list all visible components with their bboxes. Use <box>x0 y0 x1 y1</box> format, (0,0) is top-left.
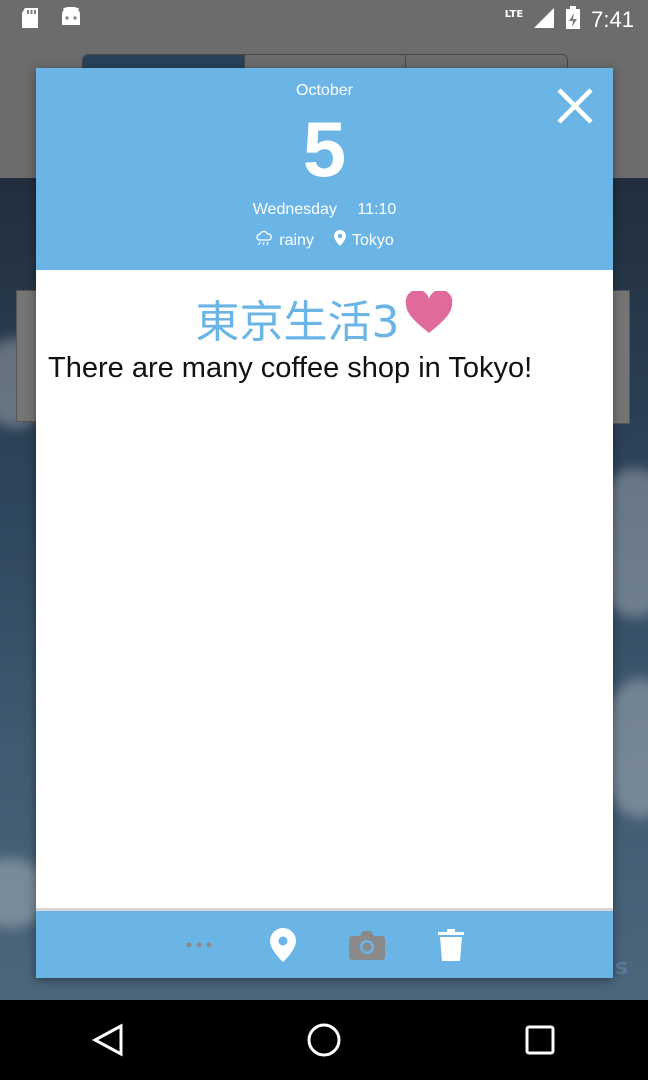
entry-meta: rainy Tokyo <box>36 230 613 251</box>
camera-icon <box>348 930 385 960</box>
entry-day: 5 <box>302 105 347 193</box>
navigation-bar <box>0 1000 648 1080</box>
location-pin-icon <box>333 230 346 251</box>
dialog-header: October 5 Wednesday 11:10 rainy Tokyo <box>36 68 613 270</box>
network-type: LTE <box>504 8 524 20</box>
delete-button[interactable] <box>429 923 473 967</box>
entry-dialog: October 5 Wednesday 11:10 rainy Tokyo 東京… <box>36 68 613 978</box>
close-button[interactable] <box>555 86 595 126</box>
signal-icon <box>533 7 555 33</box>
location-label: Tokyo <box>351 231 394 249</box>
clock: 7:41 <box>591 7 634 32</box>
close-icon <box>557 88 593 124</box>
heart-icon <box>404 289 454 346</box>
weather-icon <box>255 230 273 251</box>
weather-label: rainy <box>279 231 314 249</box>
entry-datetime: Wednesday 11:10 <box>36 201 613 219</box>
entry-weekday: Wednesday <box>252 201 337 218</box>
recents-button[interactable] <box>510 1010 570 1070</box>
entry-body-text: There are many coffee shop in Tokyo! <box>48 352 533 384</box>
home-icon <box>307 1023 341 1057</box>
entry-time: 11:10 <box>357 201 397 218</box>
more-button[interactable] <box>177 923 221 967</box>
back-button[interactable] <box>78 1010 138 1070</box>
location-icon <box>269 927 296 962</box>
trash-icon <box>437 928 464 961</box>
location-button[interactable] <box>261 923 305 967</box>
entry-title-text: 東京生活3 <box>195 297 400 348</box>
home-button[interactable] <box>294 1010 354 1070</box>
more-icon <box>186 942 211 947</box>
battery-icon <box>565 6 581 34</box>
dialog-footer <box>36 908 613 978</box>
dialog-body: 東京生活3 There are many coffee shop in Toky… <box>36 270 613 908</box>
recents-icon <box>525 1025 555 1055</box>
sd-card-icon <box>20 7 40 33</box>
status-bar: LTE 7:41 <box>0 0 648 40</box>
entry-month: October <box>296 82 353 99</box>
android-icon <box>60 6 82 33</box>
back-icon <box>91 1023 123 1057</box>
camera-button[interactable] <box>345 923 389 967</box>
entry-title: 東京生活3 <box>36 286 613 350</box>
